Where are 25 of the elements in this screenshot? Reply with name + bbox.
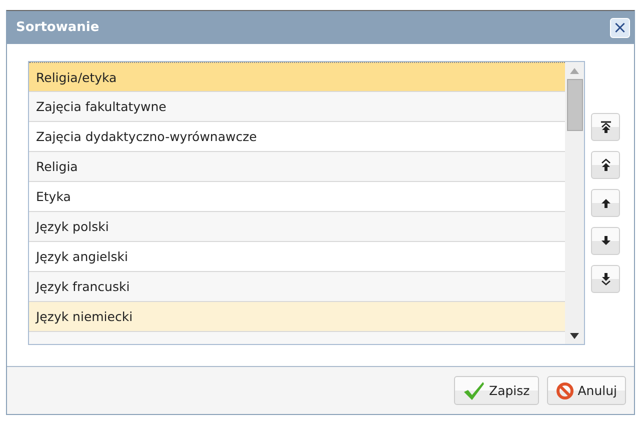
up-arrow-icon (600, 196, 612, 210)
list-item[interactable]: Język francuski (29, 272, 565, 302)
close-button[interactable]: × (610, 18, 630, 38)
window-title: Sortowanie (16, 20, 100, 35)
prohibited-icon (556, 382, 574, 400)
down-arrow-icon (600, 234, 612, 248)
move-bottom-button[interactable] (591, 265, 620, 293)
scrollbar-thumb[interactable] (566, 79, 582, 131)
list-item[interactable]: Zajęcia fakultatywne (29, 92, 565, 122)
cancel-button[interactable]: Anuluj (546, 376, 626, 405)
move-up-button[interactable] (591, 189, 620, 217)
list-item[interactable]: Język polski (29, 212, 565, 242)
double-down-arrow-icon (600, 272, 612, 286)
list-item[interactable]: Język niemiecki (29, 302, 565, 332)
scrollbar[interactable] (565, 62, 584, 344)
move-down-button[interactable] (591, 227, 620, 255)
move-top-button[interactable] (591, 113, 620, 141)
save-button[interactable]: Zapisz (454, 376, 539, 405)
double-up-arrow-icon (600, 120, 612, 134)
scroll-down-icon[interactable] (570, 333, 579, 339)
list-item[interactable]: Religia/etyka (29, 62, 565, 92)
list-item[interactable]: Religia (29, 152, 565, 182)
double-up-arrow-icon (600, 158, 612, 172)
checkmark-icon (463, 380, 486, 400)
move-up-page-button[interactable] (591, 151, 620, 179)
